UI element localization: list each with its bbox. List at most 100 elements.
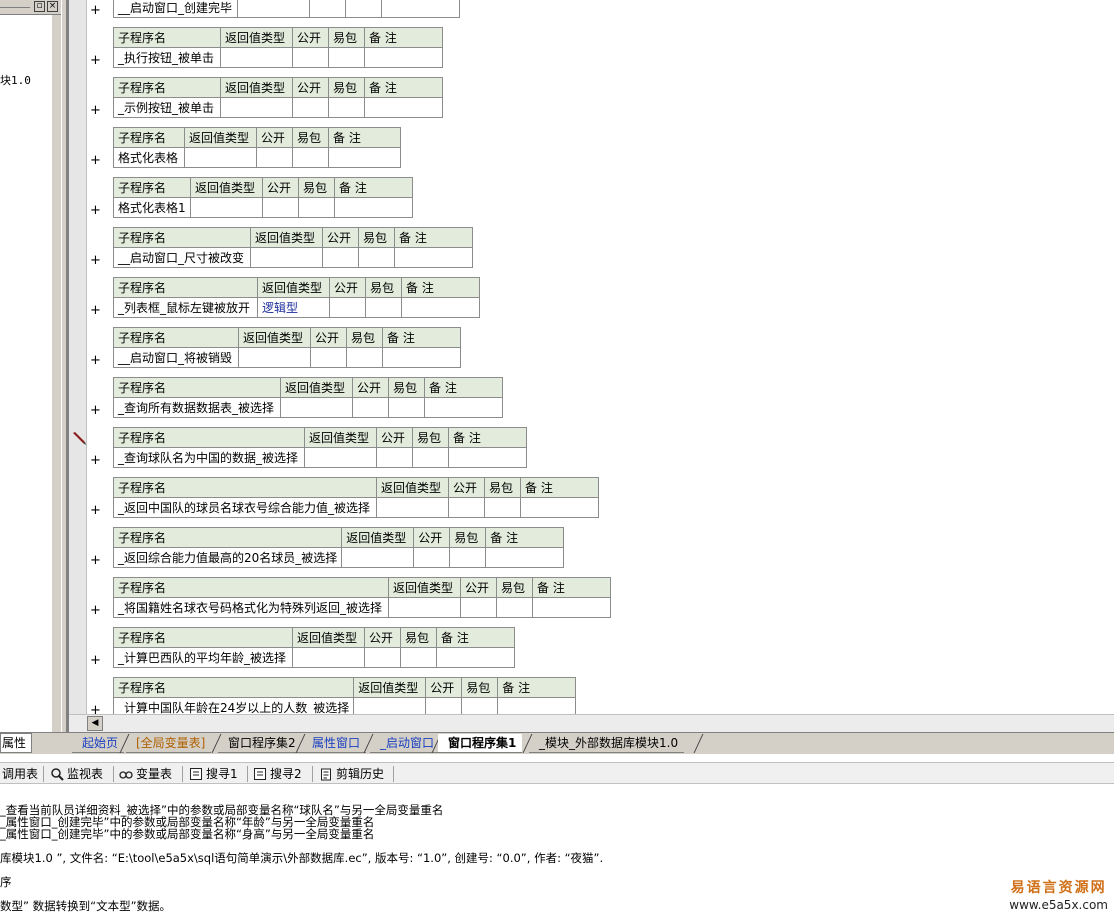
header-public[interactable]: 公开 bbox=[322, 227, 359, 248]
header-easy-package[interactable]: 易包 bbox=[412, 427, 449, 448]
header-public[interactable]: 公开 bbox=[352, 377, 389, 398]
note-cell[interactable] bbox=[448, 447, 527, 468]
easy-package-cell[interactable] bbox=[358, 247, 395, 268]
header-public[interactable]: 公开 bbox=[376, 427, 413, 448]
public-cell[interactable] bbox=[376, 447, 413, 468]
return-type-cell[interactable] bbox=[220, 47, 293, 68]
expand-plus-icon[interactable]: + bbox=[90, 604, 101, 617]
toolbar-clip-history[interactable]: 剪辑历史 bbox=[319, 765, 384, 783]
public-cell[interactable] bbox=[292, 97, 329, 118]
public-cell[interactable] bbox=[329, 297, 366, 318]
public-cell[interactable] bbox=[364, 647, 401, 668]
subroutine-table[interactable]: 子程序名 返回值类型 公开 易包备 注 _示例按钮_被单击 bbox=[113, 77, 443, 118]
expand-plus-icon[interactable]: + bbox=[90, 4, 101, 17]
header-return-type[interactable]: 返回值类型 bbox=[353, 677, 427, 698]
header-subroutine-name[interactable]: 子程序名 bbox=[113, 277, 258, 298]
header-easy-package[interactable]: 易包 bbox=[292, 127, 329, 148]
header-public[interactable]: 公开 bbox=[292, 77, 329, 98]
subroutine-name-cell[interactable]: _计算中国队年龄在24岁以上的人数_被选择 bbox=[112, 697, 355, 714]
header-note[interactable]: 备 注 bbox=[520, 477, 599, 498]
return-type-cell[interactable] bbox=[341, 547, 415, 568]
easy-package-cell[interactable] bbox=[484, 497, 521, 518]
header-return-type[interactable]: 返回值类型 bbox=[376, 477, 449, 498]
subroutine-table[interactable]: 子程序名 返回值类型 公开 易包备 注 _查询所有数据数据表_被选择 bbox=[113, 377, 503, 418]
note-cell[interactable] bbox=[424, 397, 503, 418]
restore-icon[interactable]: ▫ bbox=[34, 1, 45, 12]
easy-package-cell[interactable] bbox=[412, 447, 449, 468]
public-cell[interactable] bbox=[309, 0, 346, 18]
header-easy-package[interactable]: 易包 bbox=[484, 477, 521, 498]
header-subroutine-name[interactable]: 子程序名 bbox=[113, 427, 305, 448]
return-type-cell[interactable] bbox=[304, 447, 377, 468]
header-return-type[interactable]: 返回值类型 bbox=[190, 177, 263, 198]
return-type-cell[interactable] bbox=[237, 0, 310, 18]
header-note[interactable]: 备 注 bbox=[401, 277, 480, 298]
header-public[interactable]: 公开 bbox=[413, 527, 451, 548]
expand-plus-icon[interactable]: + bbox=[90, 154, 101, 167]
header-public[interactable]: 公开 bbox=[364, 627, 401, 648]
header-return-type[interactable]: 返回值类型 bbox=[388, 577, 461, 598]
public-cell[interactable] bbox=[425, 697, 463, 714]
subroutine-name-cell[interactable]: 格式化表格 bbox=[113, 147, 185, 168]
header-note[interactable]: 备 注 bbox=[382, 327, 461, 348]
easy-package-cell[interactable] bbox=[345, 0, 382, 18]
tab-start-page[interactable]: 起始页 bbox=[72, 734, 125, 753]
header-note[interactable]: 备 注 bbox=[497, 677, 577, 698]
header-subroutine-name[interactable]: 子程序名 bbox=[112, 677, 355, 698]
property-panel-scrollbar[interactable] bbox=[52, 15, 61, 733]
header-note[interactable]: 备 注 bbox=[532, 577, 611, 598]
header-note[interactable]: 备 注 bbox=[334, 177, 413, 198]
tab-property-window[interactable]: 属性窗口 bbox=[302, 734, 367, 753]
note-cell[interactable] bbox=[532, 597, 611, 618]
subroutine-table[interactable]: 子程序名 返回值类型 公开 易包备 注 _执行按钮_被单击 bbox=[113, 27, 443, 68]
header-return-type[interactable]: 返回值类型 bbox=[184, 127, 257, 148]
header-easy-package[interactable]: 易包 bbox=[298, 177, 335, 198]
header-note[interactable]: 备 注 bbox=[485, 527, 565, 548]
expand-plus-icon[interactable]: + bbox=[90, 354, 101, 367]
code-editor[interactable]: 子程序名返回值类型公开易包备 注__启动窗口_创建完毕+子程序名返回值类型公开易… bbox=[69, 0, 1114, 714]
tab-window-assembly-2[interactable]: 窗口程序集2 bbox=[218, 734, 302, 753]
note-cell[interactable] bbox=[485, 547, 565, 568]
tab-window-assembly-1[interactable]: 窗口程序集1 bbox=[438, 734, 523, 753]
header-note[interactable]: 备 注 bbox=[394, 227, 473, 248]
scroll-left-icon[interactable]: ◀ bbox=[87, 716, 103, 731]
easy-package-cell[interactable] bbox=[292, 147, 329, 168]
note-cell[interactable] bbox=[436, 647, 515, 668]
toolbar-call-table[interactable]: 调用表 bbox=[2, 765, 38, 783]
toolbar-variable-table[interactable]: 变量表 bbox=[119, 765, 172, 783]
header-note[interactable]: 备 注 bbox=[436, 627, 515, 648]
return-type-cell[interactable] bbox=[376, 497, 449, 518]
public-cell[interactable] bbox=[310, 347, 347, 368]
header-public[interactable]: 公开 bbox=[329, 277, 366, 298]
subroutine-table[interactable]: 子程序名 返回值类型 公开 易包备 注 _计算巴西队的平均年龄_被选择 bbox=[113, 627, 515, 668]
return-type-cell[interactable] bbox=[280, 397, 353, 418]
public-cell[interactable] bbox=[256, 147, 293, 168]
expand-plus-icon[interactable]: + bbox=[90, 554, 101, 567]
header-easy-package[interactable]: 易包 bbox=[461, 677, 499, 698]
public-cell[interactable] bbox=[448, 497, 485, 518]
header-return-type[interactable]: 返回值类型 bbox=[220, 77, 293, 98]
header-subroutine-name[interactable]: 子程序名 bbox=[113, 377, 281, 398]
return-type-cell[interactable] bbox=[238, 347, 311, 368]
header-subroutine-name[interactable]: 子程序名 bbox=[113, 127, 185, 148]
header-return-type[interactable]: 返回值类型 bbox=[238, 327, 311, 348]
expand-plus-icon[interactable]: + bbox=[90, 404, 101, 417]
subroutine-name-cell[interactable]: _将国籍姓名球衣号码格式化为特殊列返回_被选择 bbox=[113, 597, 389, 618]
easy-package-cell[interactable] bbox=[496, 597, 533, 618]
return-type-cell[interactable] bbox=[353, 697, 427, 714]
header-return-type[interactable]: 返回值类型 bbox=[292, 627, 365, 648]
subroutine-name-cell[interactable]: _示例按钮_被单击 bbox=[113, 97, 221, 118]
note-cell[interactable] bbox=[382, 347, 461, 368]
note-cell[interactable] bbox=[497, 697, 577, 714]
header-note[interactable]: 备 注 bbox=[364, 77, 443, 98]
header-return-type[interactable]: 返回值类型 bbox=[220, 27, 293, 48]
return-type-cell[interactable]: 逻辑型 bbox=[257, 297, 330, 318]
header-subroutine-name[interactable]: 子程序名 bbox=[113, 627, 293, 648]
expand-plus-icon[interactable]: + bbox=[90, 204, 101, 217]
header-public[interactable]: 公开 bbox=[262, 177, 299, 198]
subroutine-name-cell[interactable]: _查询球队名为中国的数据_被选择 bbox=[113, 447, 305, 468]
note-cell[interactable] bbox=[328, 147, 401, 168]
note-cell[interactable] bbox=[394, 247, 473, 268]
note-cell[interactable] bbox=[401, 297, 480, 318]
tab-property-panel[interactable]: 属性 bbox=[0, 733, 32, 753]
